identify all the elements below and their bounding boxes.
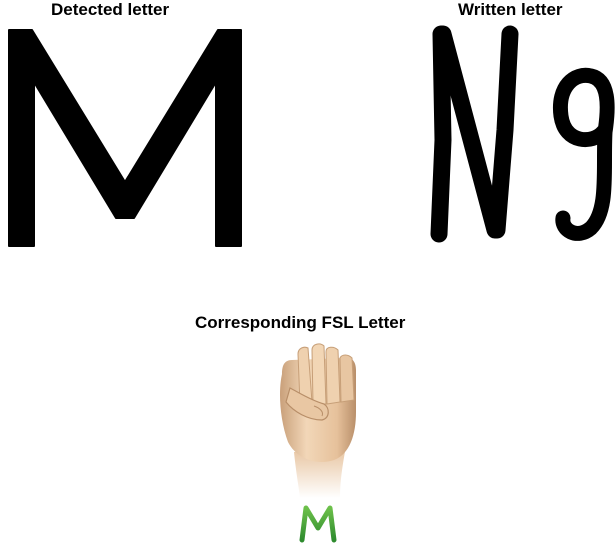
written-letter-image [425,20,615,248]
written-letter-title: Written letter [458,0,563,19]
detected-letter-image [0,22,250,250]
detected-letter-title: Detected letter [51,0,170,19]
fsl-hand-sign-image [268,342,368,546]
fsl-letter-title: Corresponding FSL Letter [195,313,406,332]
